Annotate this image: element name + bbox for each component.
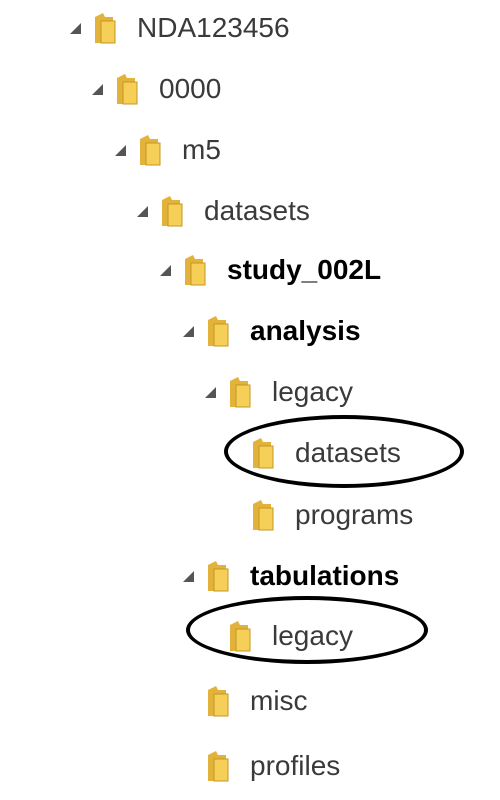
- folder-tree: NDA123456 0000 m5 datasets study_002L an…: [0, 0, 500, 800]
- folder-icon: [253, 438, 274, 469]
- tree-node-nda123456[interactable]: NDA123456: [70, 6, 290, 50]
- folder-icon: [208, 751, 229, 782]
- folder-icon: [208, 561, 229, 592]
- tree-node-label: programs: [295, 499, 414, 530]
- folder-icon: [253, 500, 274, 531]
- folder-icon: [208, 686, 229, 717]
- tree-node-profiles[interactable]: profiles: [183, 744, 340, 788]
- tree-node-label: study_002L: [227, 254, 382, 285]
- tree-node-tabulations[interactable]: tabulations: [183, 554, 399, 598]
- tree-node-legacy-datasets[interactable]: datasets: [228, 431, 401, 475]
- tree-node-misc[interactable]: misc: [183, 679, 308, 723]
- tree-node-0000[interactable]: 0000: [92, 67, 221, 111]
- tree-node-label: m5: [182, 134, 221, 165]
- tree-node-label: legacy: [272, 620, 353, 651]
- expand-arrow-icon[interactable]: [92, 83, 103, 95]
- tree-node-label: 0000: [159, 73, 222, 104]
- expand-arrow-icon[interactable]: [115, 144, 126, 156]
- tree-node-label: legacy: [272, 376, 353, 407]
- tree-node-label: misc: [250, 685, 308, 716]
- expand-arrow-icon[interactable]: [70, 22, 81, 34]
- expand-arrow-icon[interactable]: [183, 325, 194, 337]
- tree-node-label: analysis: [250, 315, 361, 346]
- tree-node-label: NDA123456: [137, 12, 290, 43]
- tree-node-tabulations-legacy[interactable]: legacy: [205, 614, 353, 658]
- folder-icon: [185, 255, 206, 286]
- folder-icon: [208, 316, 229, 347]
- tree-node-label: datasets: [295, 437, 401, 468]
- tree-node-legacy-programs[interactable]: programs: [228, 493, 413, 537]
- expand-arrow-icon[interactable]: [205, 386, 216, 398]
- tree-node-analysis[interactable]: analysis: [183, 309, 361, 353]
- tree-node-analysis-legacy[interactable]: legacy: [205, 370, 353, 414]
- expand-arrow-icon[interactable]: [137, 205, 148, 217]
- tree-node-m5[interactable]: m5: [115, 128, 221, 172]
- tree-node-label: tabulations: [250, 560, 400, 591]
- expand-arrow-icon[interactable]: [160, 264, 171, 276]
- tree-node-datasets[interactable]: datasets: [137, 189, 310, 233]
- folder-icon: [162, 196, 183, 227]
- folder-icon: [230, 621, 251, 652]
- folder-icon: [117, 74, 138, 105]
- folder-icon: [230, 377, 251, 408]
- folder-icon: [95, 13, 116, 44]
- tree-node-label: profiles: [250, 750, 341, 781]
- tree-node-label: datasets: [204, 195, 310, 226]
- folder-icon: [140, 135, 161, 166]
- tree-node-study-002l[interactable]: study_002L: [160, 248, 381, 292]
- expand-arrow-icon[interactable]: [183, 570, 194, 582]
